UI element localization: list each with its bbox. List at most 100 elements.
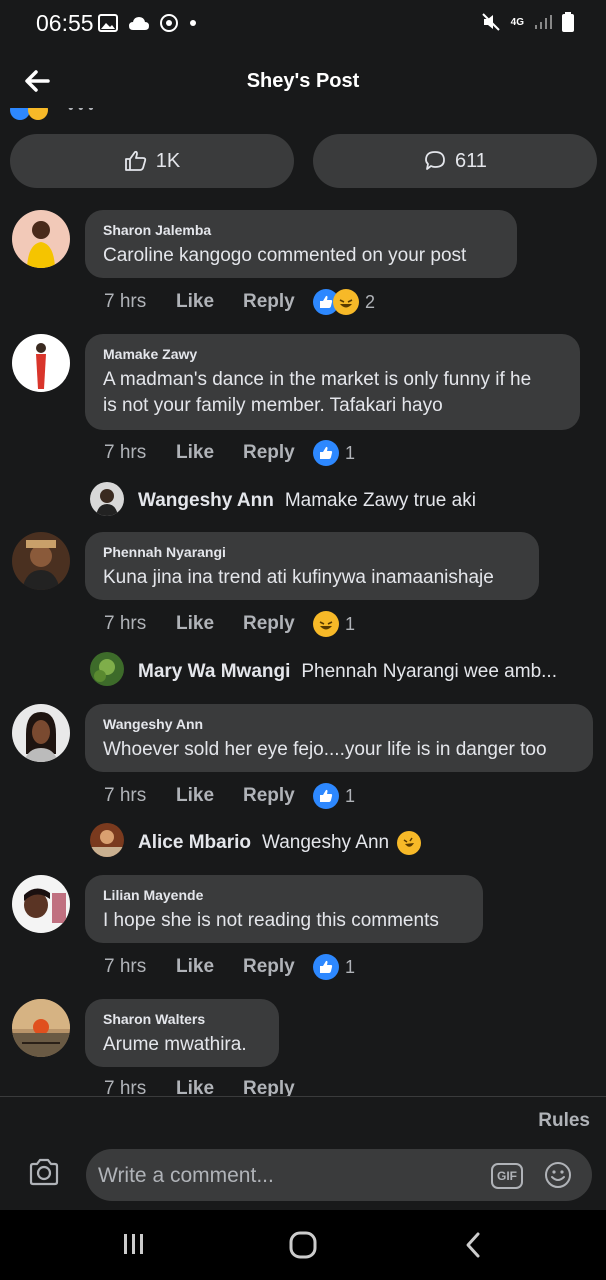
comment-text: Arume mwathira. [103,1034,247,1055]
reply-link[interactable]: Reply [243,1078,313,1096]
avatar[interactable] [12,704,70,762]
comment-composer: Write a comment... GIF [0,1146,606,1202]
rofl-icon [397,831,422,855]
like-link[interactable]: Like [176,785,243,807]
status-bar: 06:55 4G [0,0,606,48]
home-icon[interactable] [288,1230,318,1260]
reply-author[interactable]: Mary Wa Mwangi [138,661,290,683]
notification-icons [98,14,198,32]
like-link[interactable]: Like [176,613,243,635]
like-count-button[interactable]: 1K [10,134,294,188]
comment-bubble[interactable]: Sharon Walters Arume mwathira. [85,999,279,1067]
reaction-count: 2 [365,291,376,312]
like-link[interactable]: Like [176,1078,243,1096]
reply-link[interactable]: Reply [243,442,313,464]
avatar[interactable] [12,532,70,590]
comment-time: 7 hrs [104,785,147,806]
comment-bubble[interactable]: Sharon Jalemba Caroline kangogo commente… [85,210,517,278]
gallery-icon [98,14,118,32]
like-link[interactable]: Like [176,442,243,464]
commenter-name[interactable]: Wangeshy Ann [103,716,575,732]
comment-reactions[interactable]: 1 [313,783,355,809]
commenter-name[interactable]: Lilian Mayende [103,887,465,903]
commenter-name[interactable]: Mamake Zawy [103,346,562,362]
cloud-icon [129,17,149,30]
more-dots-icon: • • • [68,108,94,117]
reply-avatar[interactable] [90,652,124,686]
rules-link[interactable]: Rules [538,1110,590,1132]
comment-input[interactable]: Write a comment... GIF [86,1149,592,1201]
comment-meta: 7 hrs Like Reply 1 [104,610,355,638]
avatar[interactable] [12,875,70,933]
avatar[interactable] [12,999,70,1057]
comment-time: 7 hrs [104,442,147,463]
comment-text: Kuna jina ina trend ati kufinywa inamaan… [103,567,494,588]
comment-meta: 7 hrs Like Reply [104,1078,313,1096]
commenter-name[interactable]: Sharon Jalemba [103,222,499,238]
reply-text: Mamake Zawy true aki [284,490,476,511]
like-icon [10,108,30,120]
comment-bubble[interactable]: Mamake Zawy A madman's dance in the mark… [85,334,580,430]
recent-apps-icon[interactable] [120,1230,148,1258]
avatar[interactable] [12,210,70,268]
comment-meta: 7 hrs Like Reply 2 [104,288,375,316]
comment-placeholder: Write a comment... [98,1164,274,1187]
back-nav-icon[interactable] [460,1230,488,1260]
post-reactions-summary[interactable]: • • • [10,108,130,122]
comment-icon [425,151,445,170]
reply-link[interactable]: Reply [243,613,313,635]
like-link[interactable]: Like [176,956,243,978]
reaction-count: 1 [345,956,356,977]
reply-text: Wangeshy Ann [261,832,390,853]
comment-reactions[interactable]: 2 [313,289,375,315]
comment-count-button[interactable]: 611 [313,134,597,188]
reply-link[interactable]: Reply [243,956,313,978]
comment-meta: 7 hrs Like Reply 1 [104,439,355,467]
reply-avatar[interactable] [90,823,124,857]
comment-time: 7 hrs [104,956,147,977]
reply-author[interactable]: Wangeshy Ann [138,490,274,512]
reply-avatar[interactable] [90,482,124,516]
like-link[interactable]: Like [176,291,243,313]
status-time: 06:55 [36,10,94,36]
commenter-name[interactable]: Phennah Nyarangi [103,544,521,560]
system-nav-bar [0,1210,606,1280]
comment-reactions[interactable]: 1 [313,611,355,637]
haha-icon [28,108,48,120]
mute-icon [481,13,500,31]
comment-meta: 7 hrs Like Reply 1 [104,782,355,810]
reaction-count: 1 [345,785,356,806]
comment-text-line: A madman's dance in the market is only f… [103,369,532,390]
like-icon [313,440,339,466]
reply-text: Phennah Nyarangi wee amb... [301,661,557,682]
signal-icon [535,15,552,29]
comment-time: 7 hrs [104,291,147,312]
emoji-icon[interactable] [544,1161,572,1189]
reply-preview[interactable]: Alice Mbario Wangeshy Ann [138,828,422,858]
comment-bubble[interactable]: Phennah Nyarangi Kuna jina ina trend ati… [85,532,539,600]
commenter-name[interactable]: Sharon Walters [103,1011,261,1027]
comment-bubble[interactable]: Lilian Mayende I hope she is not reading… [85,875,483,943]
soccer-ball-icon [160,14,178,32]
reply-preview[interactable]: Mary Wa Mwangi Phennah Nyarangi wee amb.… [138,657,557,687]
composer-divider [0,1096,606,1097]
network-type: 4G [510,16,524,28]
reply-preview[interactable]: Wangeshy Ann Mamake Zawy true aki [138,486,476,516]
reaction-count: 1 [345,442,356,463]
battery-icon [562,12,574,32]
comment-reactions[interactable]: 1 [313,440,355,466]
comment-text: A madman's dance in the market is only f… [103,367,562,419]
reply-author[interactable]: Alice Mbario [138,832,251,854]
comment-reactions[interactable]: 1 [313,954,355,980]
reply-link[interactable]: Reply [243,785,313,807]
like-icon [313,954,339,980]
haha-icon [313,611,339,637]
comment-count: 611 [455,149,487,172]
gif-icon[interactable]: GIF [491,1163,523,1189]
avatar[interactable] [12,334,70,392]
camera-icon[interactable] [28,1158,60,1186]
comment-time: 7 hrs [104,1078,147,1096]
comment-bubble[interactable]: Wangeshy Ann Whoever sold her eye fejo..… [85,704,593,772]
reply-link[interactable]: Reply [243,291,313,313]
comment-text-line: is not your family member. Tafakari hayo [103,395,443,416]
